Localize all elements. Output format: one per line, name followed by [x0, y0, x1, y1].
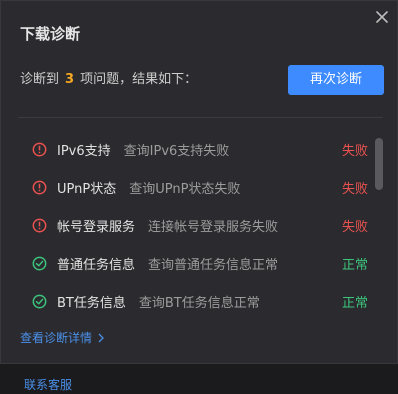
contact-support-link[interactable]: 联系客服 [24, 376, 72, 394]
result-row: UPnP状态 查询UPnP状态失败 失败 [18, 168, 368, 206]
result-name: 帐号登录服务 [57, 219, 136, 235]
result-status: 正常 [341, 257, 368, 273]
view-details-label: 查看诊断详情 [20, 331, 93, 345]
check-icon [32, 294, 47, 308]
result-description: 查询BT任务信息正常 [138, 295, 260, 311]
diagnosis-summary: 诊断到 3 项问题，结果如下： [20, 70, 197, 90]
issue-count: 3 [65, 72, 75, 87]
view-details-link[interactable]: 查看诊断详情 [20, 329, 104, 347]
result-row: BT任务信息 查询BT任务信息正常 正常 [18, 282, 368, 318]
result-status: 正常 [341, 295, 368, 311]
result-name: BT任务信息 [57, 295, 126, 311]
summary-prefix: 诊断到 [20, 72, 60, 87]
result-name: 普通任务信息 [57, 257, 136, 273]
dialog-title: 下载诊断 [20, 25, 81, 43]
result-row: IPv6支持 查询IPv6支持失败 失败 [18, 130, 368, 168]
result-status: 失败 [341, 181, 368, 197]
error-icon [32, 218, 47, 232]
rediagnose-button[interactable]: 再次诊断 [288, 65, 384, 95]
result-description: 查询IPv6支持失败 [123, 143, 230, 159]
result-row: 普通任务信息 查询普通任务信息正常 正常 [18, 244, 368, 282]
result-description: 连接帐号登录服务失败 [148, 219, 279, 235]
diagnosis-result-list[interactable]: IPv6支持 查询IPv6支持失败 失败 UPnP状态 查询UPnP状态失败 失… [18, 117, 383, 318]
error-icon [32, 180, 47, 194]
check-icon [32, 256, 47, 270]
result-description: 查询UPnP状态失败 [129, 181, 241, 197]
result-status: 失败 [341, 219, 368, 235]
summary-suffix: 项问题，结果如下： [80, 72, 198, 87]
scrollbar-thumb[interactable] [375, 138, 383, 190]
chevron-right-icon [98, 333, 104, 343]
result-status: 失败 [341, 143, 368, 159]
result-description: 查询普通任务信息正常 [148, 257, 279, 273]
close-icon [376, 11, 388, 23]
error-icon [32, 142, 47, 156]
close-button[interactable] [373, 8, 391, 26]
result-row: 帐号登录服务 连接帐号登录服务失败 失败 [18, 206, 368, 244]
result-name: UPnP状态 [57, 181, 117, 197]
result-name: IPv6支持 [57, 143, 111, 159]
download-diagnosis-dialog: 下载诊断 诊断到 3 项问题，结果如下： 再次诊断 IPv6支持 查询IPv6支持失… [0, 0, 398, 364]
